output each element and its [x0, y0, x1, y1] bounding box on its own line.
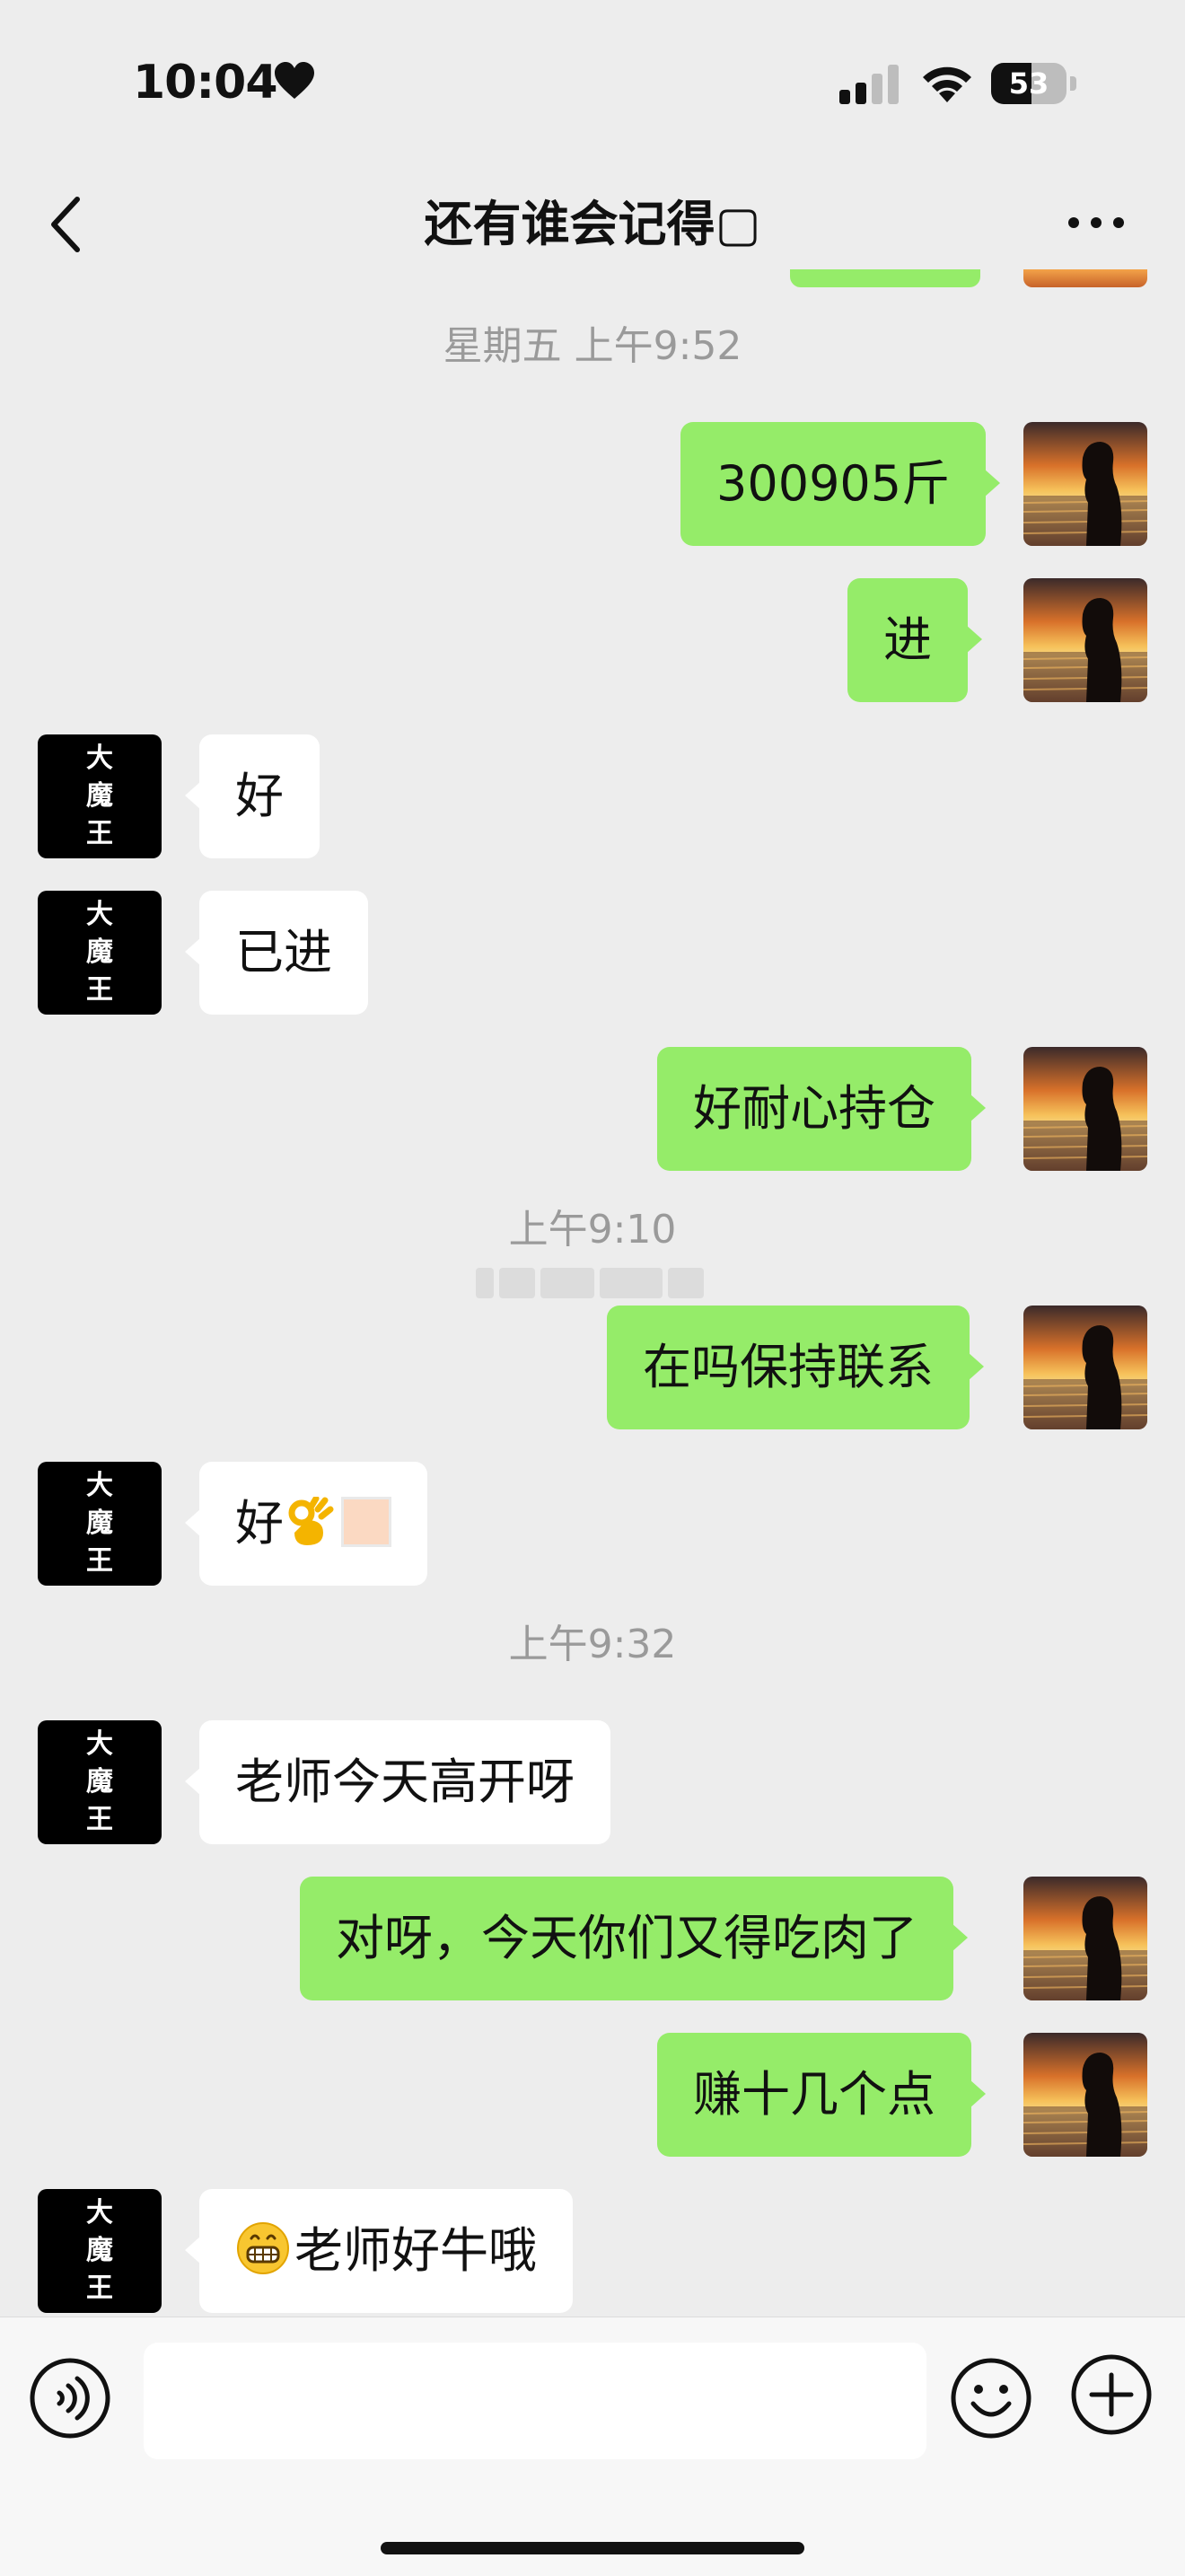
message-bubble-incoming[interactable]: 老师今天高开呀: [185, 1720, 610, 1844]
contact-avatar[interactable]: 大魔王: [38, 1720, 162, 1844]
message-bubble-outgoing[interactable]: 进: [847, 578, 982, 702]
my-avatar[interactable]: [1023, 578, 1147, 702]
plus-icon[interactable]: [1070, 2353, 1153, 2436]
message-bubble-outgoing[interactable]: 好耐心持仓: [657, 1047, 986, 1171]
message-text: 老师好牛哦: [294, 2222, 537, 2279]
ok-hand-icon: [288, 1497, 334, 1545]
cellular-signal-icon: [839, 65, 899, 104]
contact-avatar[interactable]: 大魔王: [38, 734, 162, 858]
avatar-partial: [1023, 269, 1147, 287]
message-bubble-incoming[interactable]: 已进: [185, 891, 368, 1015]
timestamp: 上午9:10: [508, 1207, 677, 1253]
my-avatar[interactable]: [1023, 422, 1147, 546]
message-text: 好: [235, 1495, 284, 1552]
battery-percent: 53: [1008, 66, 1049, 101]
emoji-placeholder-icon: [341, 1497, 391, 1547]
message-bubble-partial[interactable]: [790, 269, 980, 287]
message-bubble-incoming[interactable]: 好: [185, 734, 320, 858]
message-bubble-outgoing[interactable]: 对呀，今天你们又得吃肉了: [300, 1877, 968, 2000]
timestamp: 上午9:32: [508, 1622, 677, 1667]
grinning-face-icon: [237, 2222, 289, 2274]
contact-avatar[interactable]: 大魔王: [38, 1462, 162, 1586]
my-avatar[interactable]: [1023, 1306, 1147, 1429]
timestamp: 星期五 上午9:52: [443, 323, 742, 369]
my-avatar[interactable]: [1023, 1047, 1147, 1171]
status-time: 10:04: [133, 56, 278, 110]
emoji-icon[interactable]: [950, 2357, 1032, 2440]
message-bubble-incoming[interactable]: 好: [185, 1462, 427, 1586]
my-avatar[interactable]: [1023, 2033, 1147, 2157]
message-bubble-outgoing[interactable]: 赚十几个点: [657, 2033, 986, 2157]
message-input[interactable]: [144, 2343, 926, 2459]
contact-avatar[interactable]: 大魔王: [38, 2189, 162, 2313]
status-bar: 10:04 53: [0, 0, 1185, 153]
message-bubble-outgoing[interactable]: 在吗保持联系: [607, 1306, 984, 1429]
chat-title: 还有谁会记得▢: [424, 196, 761, 252]
chevron-left-icon[interactable]: [47, 196, 86, 253]
message-bubble-outgoing[interactable]: 300905斤: [680, 422, 1001, 546]
voice-icon[interactable]: [29, 2357, 111, 2440]
message-bubble-incoming[interactable]: 老师好牛哦: [185, 2189, 573, 2313]
home-indicator: [381, 2542, 804, 2554]
blurred-preview: [476, 1268, 709, 1309]
contact-avatar[interactable]: 大魔王: [38, 891, 162, 1015]
heart-icon: [275, 62, 314, 99]
my-avatar[interactable]: [1023, 1877, 1147, 2000]
wifi-icon: [923, 66, 971, 102]
input-bar: [0, 2317, 1185, 2576]
more-dots-icon[interactable]: [1065, 205, 1128, 241]
battery-indicator: 53: [991, 63, 1077, 104]
chat-header: 还有谁会记得▢: [0, 153, 1185, 296]
